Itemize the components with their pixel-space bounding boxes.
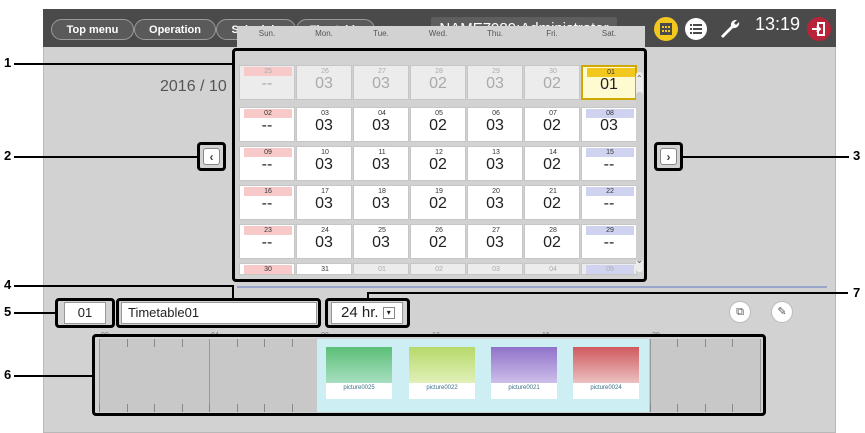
callout-number-1: 1 [4,55,12,70]
calendar-icon[interactable] [653,16,679,42]
leader-line-4 [14,285,233,287]
nav-top-menu-button[interactable]: Top menu [51,19,134,40]
callout-box-6 [92,334,766,416]
callout-box-2 [197,142,226,171]
nav-operation-button[interactable]: Operation [134,19,216,40]
callout-number-6: 6 [4,367,12,382]
weekday-label: Sun. [258,29,276,38]
leader-line-3 [683,156,849,158]
wrench-icon[interactable] [717,16,743,42]
logout-icon[interactable] [806,16,832,42]
callout-box-4 [116,298,321,328]
callout-number-4: 4 [4,277,12,292]
callout-number-2: 2 [4,148,12,163]
leader-line-7 [367,292,848,294]
copy-icon[interactable]: ⧉ [729,301,751,323]
weekday-label: Mon. [315,29,333,38]
weekday-label: Wed. [428,29,448,38]
leader-line-6 [14,375,92,377]
leader-line-7b [367,292,369,298]
callout-box-1 [232,48,647,282]
callout-box-7 [325,298,410,328]
callout-box-5 [55,298,115,328]
list-icon[interactable] [683,16,709,42]
weekday-label: Tue. [373,29,389,38]
leader-line-5 [14,312,55,314]
leader-line-4b [232,285,234,298]
leader-line-1 [14,63,232,65]
weekday-label: Thu. [486,29,503,38]
weekday-label: Fri. [546,29,558,38]
leader-line-2 [14,156,197,158]
callout-number-5: 5 [4,304,12,319]
pencil-icon[interactable]: ✎ [771,301,793,323]
callout-box-3 [654,142,683,171]
current-month: 2016 / 10 [160,78,227,95]
divider [237,286,827,288]
weekday-label: Sat. [601,29,617,38]
callout-number-7: 7 [853,285,861,300]
clock: 13:19 [755,14,801,34]
callout-number-3: 3 [853,148,861,163]
